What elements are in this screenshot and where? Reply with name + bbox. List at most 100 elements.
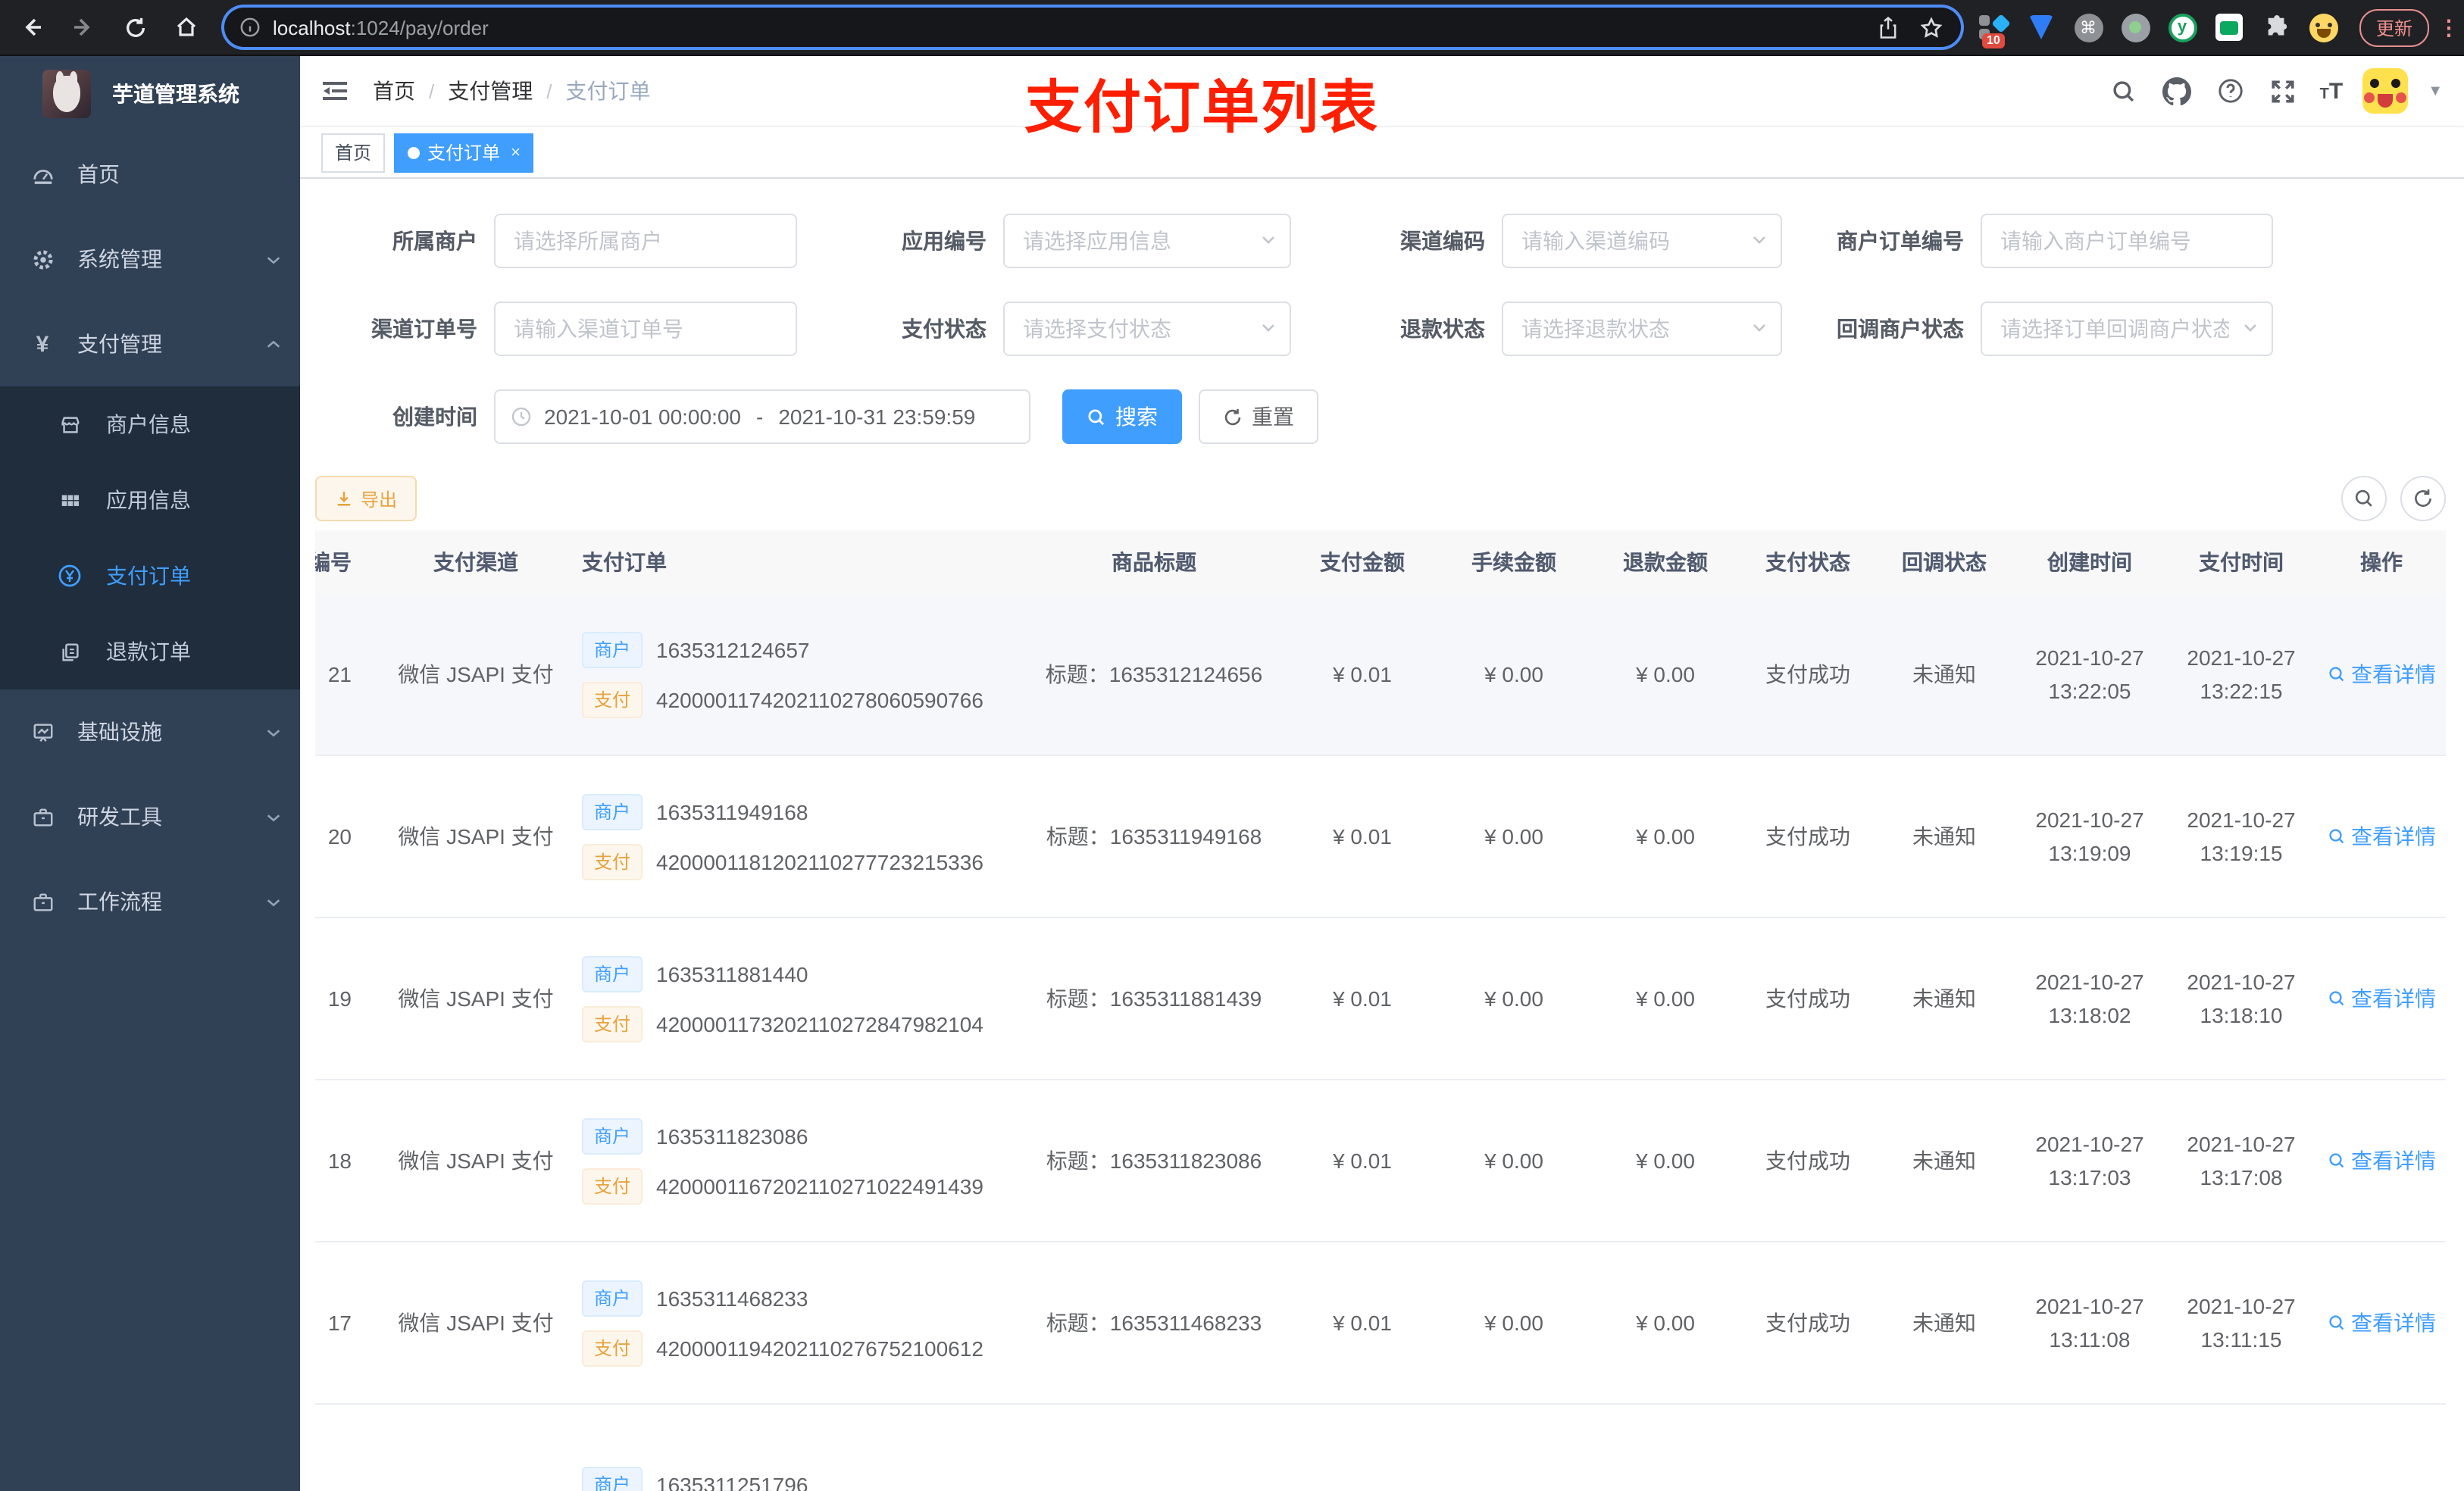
sidebar-item-refund-order[interactable]: 退款订单 [0,614,300,689]
sidebar-item-app-info[interactable]: 应用信息 [0,462,300,538]
browser-extensions: 10 ⌘ y [1979,12,2338,48]
sidebar-item-home[interactable]: 首页 [0,132,300,217]
extension-kite-icon[interactable] [2026,12,2056,42]
font-size-icon[interactable]: TT [2320,78,2344,104]
col-actions: 操作 [2360,550,2403,574]
extension-badge: 10 [1982,33,2005,48]
view-detail-link[interactable]: 查看详情 [2327,821,2436,852]
merchant-order-no: 1635311823086 [656,1124,808,1148]
table-toolbar: 导出 [315,476,2449,521]
browser-forward-icon[interactable] [64,8,103,47]
sidebar-item-system[interactable]: 系统管理 [0,217,300,302]
notify-status: 未通知 [1912,1149,1976,1173]
sidebar-item-payment[interactable]: ¥ 支付管理 [0,302,300,386]
extension-chat-icon[interactable] [2214,12,2244,42]
pay-status: 支付成功 [1765,1311,1850,1335]
col-pay-order: 支付订单 [582,550,667,574]
tag-close-icon[interactable]: × [511,143,521,161]
channel-order-no: 4200001167202110271022491439 [656,1174,983,1198]
pay-status-select[interactable] [1003,302,1291,356]
browser-home-icon[interactable] [167,8,206,47]
pay-status: 支付成功 [1765,1149,1850,1173]
app-select[interactable] [1003,214,1291,268]
main-content: 所属商户 应用编号 渠道编码 商户订单编号 [300,179,2464,1491]
notify-status: 未通知 [1912,662,1976,686]
col-pay-time: 支付时间 [2199,550,2284,574]
merchant-order-no: 1635311468233 [656,1286,808,1310]
reset-button[interactable]: 重置 [1199,389,1318,444]
goods-title: 标题：1635311949168 [1046,824,1262,849]
filter-label-app: 应用编号 [902,229,987,253]
col-create-time: 创建时间 [2047,550,2132,574]
create-time-range-input[interactable]: 2021-10-01 00:00:00 - 2021-10-31 23:59:5… [494,389,1030,444]
address-bar[interactable]: localhost:1024/pay/order [224,8,1961,47]
breadcrumb-payment[interactable]: 支付管理 [448,76,533,106]
sidebar-item-infrastructure[interactable]: 基础设施 [0,689,300,774]
sidebar-toggle-icon[interactable] [321,79,349,103]
merchant-order-no-input[interactable] [1981,214,2273,268]
app-title: 芋道管理系统 [112,82,239,106]
sidebar-item-dev-tools[interactable]: 研发工具 [0,774,300,859]
breadcrumb-home[interactable]: 首页 [373,76,415,106]
extension-record-icon[interactable] [2120,12,2150,42]
view-detail-link[interactable]: 查看详情 [2327,659,2436,689]
user-avatar[interactable] [2362,68,2409,114]
refresh-button[interactable] [2400,476,2446,521]
extensions-puzzle-icon[interactable] [2261,12,2291,42]
search-button[interactable]: 搜索 [1062,389,1182,444]
channel-order-no: 4200001173202110272847982104 [656,1011,983,1036]
browser-update-button[interactable]: 更新 [2359,8,2430,46]
fullscreen-icon[interactable] [2267,74,2300,108]
col-fee: 手续金额 [1471,550,1556,574]
site-info-icon[interactable] [239,17,261,38]
help-icon[interactable] [2214,74,2247,108]
tag-home[interactable]: 首页 [321,133,386,172]
goods-title: 标题：1635311468233 [1046,1311,1262,1335]
profile-emoji-icon[interactable] [2308,12,2338,42]
share-icon[interactable] [1878,16,1899,39]
table-row: 21 微信 JSAPI 支付 商户 1635312124657 支付 4200001… [315,594,2446,756]
github-icon[interactable] [2161,74,2194,108]
date-range-end: 2021-10-31 23:59:59 [778,405,976,429]
active-dot [408,146,421,158]
table-header-row: 编号 支付渠道 支付订单 商品标题 支付金额 手续金额 退款金额 支付状态 回调… [315,530,2446,594]
view-detail-link[interactable]: 查看详情 [2327,1308,2436,1338]
channel-order-no-input[interactable] [494,302,797,356]
browser-back-icon[interactable] [12,8,52,47]
merchant-input[interactable] [494,214,797,268]
sidebar-item-pay-order[interactable]: 支付订单 [0,538,300,614]
refund-status-select[interactable] [1502,302,1782,356]
filter-label-merchant-order-no: 商户订单编号 [1837,229,1964,253]
logo-image [42,70,91,118]
export-button[interactable]: 导出 [315,476,417,521]
pay-tag: 支付 [582,1005,643,1042]
browser-reload-icon[interactable] [115,8,155,47]
view-detail-link[interactable]: 查看详情 [2327,983,2436,1014]
sidebar-item-merchant-info[interactable]: 商户信息 [0,386,300,462]
search-icon[interactable] [2108,74,2141,108]
col-pay-status: 支付状态 [1765,550,1850,574]
channel-order-no: 4200001174202110278060590766 [656,687,983,711]
bookmark-star-icon[interactable] [1920,16,1943,39]
channel-code-select[interactable] [1502,214,1782,268]
yen-circle-icon [58,564,82,588]
filter-label-pay-status: 支付状态 [902,317,987,341]
merchant-tag: 商户 [582,1280,643,1316]
toggle-search-button[interactable] [2341,476,2387,521]
col-id: 编号 [315,550,352,574]
sidebar-logo[interactable]: 芋道管理系统 [0,56,300,132]
col-refund: 退款金额 [1623,550,1708,574]
callback-status-select[interactable] [1981,302,2273,356]
tag-pay-order[interactable]: 支付订单 × [394,133,534,172]
filter-label-merchant: 所属商户 [392,229,477,253]
browser-menu-icon[interactable]: ⋮ [2438,14,2459,40]
table-row: 18 微信 JSAPI 支付 商户 1635311823086 支付 4200001… [315,1080,2446,1242]
extension-y-icon[interactable]: y [2167,12,2197,42]
view-detail-link[interactable]: 查看详情 [2327,1146,2436,1176]
extension-devtools-icon[interactable]: 10 [1979,12,2011,48]
pay-tag: 支付 [582,681,643,717]
extension-command-icon[interactable]: ⌘ [2073,12,2103,42]
breadcrumb: 首页 / 支付管理 / 支付订单 [373,76,651,106]
avatar-caret-icon[interactable]: ▼ [2428,83,2443,99]
sidebar-item-workflow[interactable]: 工作流程 [0,859,300,944]
